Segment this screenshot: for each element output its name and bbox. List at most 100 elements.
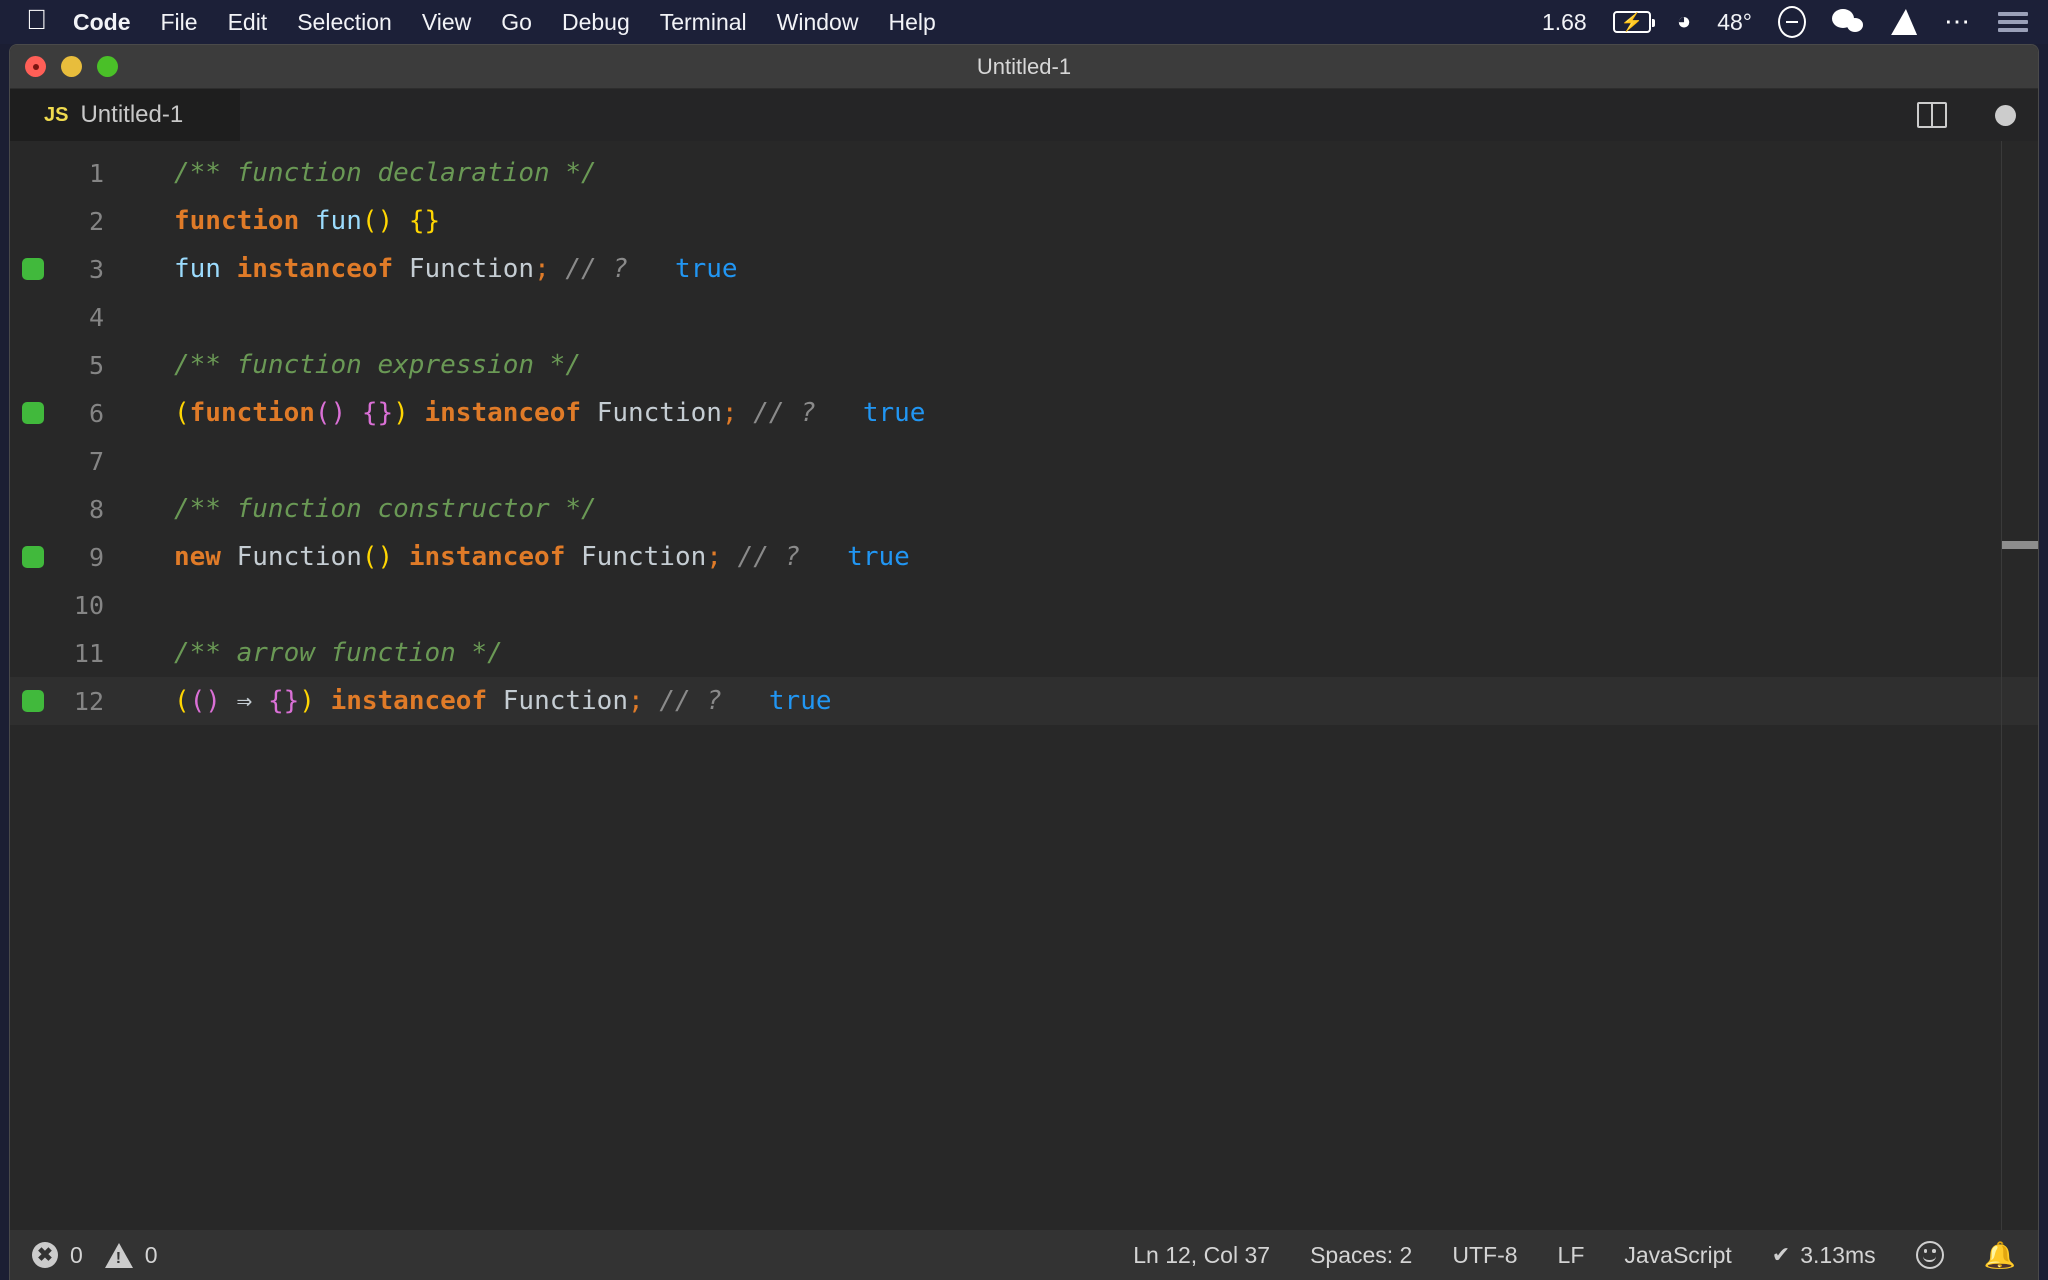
code-line-9[interactable]: 9 new Function() instanceof Function; // … xyxy=(10,533,2038,581)
token: {} xyxy=(408,206,441,236)
ellipsis-icon[interactable]: ⋯ xyxy=(1944,9,1972,34)
gutter-marker-icon[interactable] xyxy=(22,546,44,568)
encoding-setting[interactable]: UTF-8 xyxy=(1452,1242,1517,1269)
token: /** function constructor */ xyxy=(174,494,597,524)
menu-item-view[interactable]: View xyxy=(422,9,471,36)
line-content: /** arrow function */ xyxy=(118,638,503,668)
editor-actions xyxy=(1917,89,2016,141)
code-lines: 1 /** function declaration */ 2 function fu… xyxy=(10,141,2038,725)
code-line-5[interactable]: 5 /** function expression */ xyxy=(10,341,2038,389)
window-title: Untitled-1 xyxy=(976,53,1072,79)
control-center-list-icon[interactable] xyxy=(1998,12,2028,32)
token: /** arrow function */ xyxy=(174,638,503,668)
line-content: fun instanceof Function; // ? true xyxy=(118,254,738,284)
diamond-icon[interactable] xyxy=(1891,9,1919,35)
line-content: /** function constructor */ xyxy=(118,494,597,524)
wechat-icon[interactable] xyxy=(1832,9,1866,35)
token: // ? xyxy=(565,254,628,284)
token: () xyxy=(314,398,347,428)
token: instanceof xyxy=(330,686,488,716)
gutter-marker-icon[interactable] xyxy=(22,402,44,424)
token: {} xyxy=(361,398,394,428)
token: Function xyxy=(408,254,535,284)
token: // ? xyxy=(753,398,816,428)
menu-item-file[interactable]: File xyxy=(161,9,198,36)
eol-setting[interactable]: LF xyxy=(1558,1242,1585,1269)
line-content: new Function() instanceof Function; // ?… xyxy=(118,542,910,572)
code-line-2[interactable]: 2 function fun() {} xyxy=(10,197,2038,245)
cursor-position[interactable]: Ln 12, Col 37 xyxy=(1133,1242,1270,1269)
token: ; xyxy=(721,398,738,428)
code-line-3[interactable]: 3 fun instanceof Function; // ? true xyxy=(10,245,2038,293)
token: ; xyxy=(534,254,550,284)
token: /** function expression */ xyxy=(174,350,581,380)
token: ( xyxy=(174,686,190,716)
menu-item-debug[interactable]: Debug xyxy=(562,9,630,36)
code-line-1[interactable]: 1 /** function declaration */ xyxy=(10,149,2038,197)
macos-menubar:  Code File Edit Selection View Go Debug… xyxy=(0,0,2048,44)
notifications-bell-icon[interactable]: 🔔 xyxy=(1984,1242,2016,1268)
token: function xyxy=(189,398,315,428)
line-number: 8 xyxy=(88,494,104,524)
line-number: 11 xyxy=(73,638,104,668)
token: // ? xyxy=(659,686,722,716)
code-line-12[interactable]: 12(() ⇒ {}) instanceof Function; // ? tr… xyxy=(10,677,2038,725)
menu-item-window[interactable]: Window xyxy=(777,9,859,36)
token: fun xyxy=(174,254,221,284)
check-icon: ✔ xyxy=(1771,1242,1791,1267)
token: true xyxy=(674,254,738,284)
code-line-7[interactable]: 7 xyxy=(10,437,2038,485)
token: () xyxy=(361,206,394,236)
menu-item-terminal[interactable]: Terminal xyxy=(660,9,747,36)
code-editor[interactable]: 1 /** function declaration */ 2 function fu… xyxy=(10,141,2038,1231)
line-number: 5 xyxy=(88,350,104,380)
code-line-10[interactable]: 10 xyxy=(10,581,2038,629)
status-bar-problems[interactable]: ✖ 0 0 xyxy=(10,1242,168,1269)
unsaved-dot-icon[interactable] xyxy=(1995,104,2016,126)
temperature-value[interactable]: 48° xyxy=(1717,9,1752,36)
editor-tabbar: JS Untitled-1 xyxy=(10,89,2038,141)
gutter-marker-icon[interactable] xyxy=(22,258,44,280)
split-editor-icon[interactable] xyxy=(1917,102,1947,128)
line-number: 7 xyxy=(88,446,104,476)
wifi-icon[interactable]: ◕ xyxy=(1677,10,1692,34)
javascript-file-icon: JS xyxy=(44,103,69,126)
apple-logo-icon[interactable]:  xyxy=(26,6,47,34)
do-not-disturb-icon[interactable] xyxy=(1778,6,1806,38)
code-line-4[interactable]: 4 xyxy=(10,293,2038,341)
menu-item-selection[interactable]: Selection xyxy=(297,9,392,36)
gutter-marker-icon[interactable] xyxy=(22,690,44,712)
code-line-8[interactable]: 8 /** function constructor */ xyxy=(10,485,2038,533)
tab-untitled-1[interactable]: JS Untitled-1 xyxy=(10,89,240,141)
scrollbar-decoration[interactable] xyxy=(2002,541,2038,549)
run-time-value: 3.13ms xyxy=(1800,1241,1876,1268)
system-load-value[interactable]: 1.68 xyxy=(1542,9,1587,36)
menu-item-code[interactable]: Code xyxy=(73,9,131,36)
quokka-runtime[interactable]: ✔ 3.13ms xyxy=(1772,1242,1876,1269)
token: () xyxy=(189,686,221,716)
indentation-setting[interactable]: Spaces: 2 xyxy=(1310,1242,1412,1269)
code-line-6[interactable]: 6 (function() {}) instanceof Function; //… xyxy=(10,389,2038,437)
language-mode[interactable]: JavaScript xyxy=(1624,1242,1731,1269)
code-line-11[interactable]: 11 /** arrow function */ xyxy=(10,629,2038,677)
feedback-smiley-icon[interactable] xyxy=(1915,1241,1944,1269)
token: ) xyxy=(299,686,315,716)
menu-item-edit[interactable]: Edit xyxy=(228,9,268,36)
menu-item-help[interactable]: Help xyxy=(888,9,935,36)
menu-item-go[interactable]: Go xyxy=(501,9,532,36)
battery-charging-icon[interactable]: ⚡ xyxy=(1612,11,1655,33)
token: {} xyxy=(267,686,300,716)
